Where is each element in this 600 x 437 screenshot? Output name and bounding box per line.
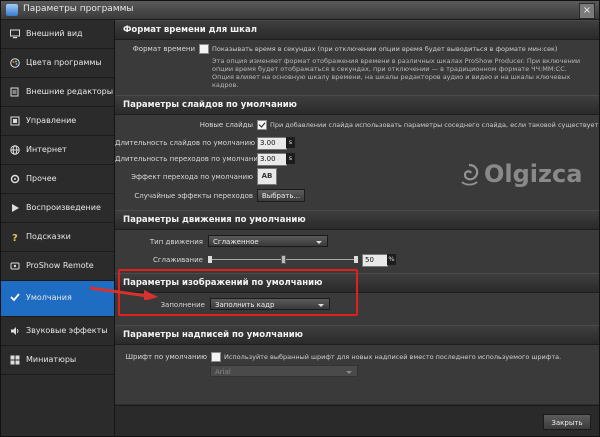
close-button[interactable]: Закрыть [543,414,591,430]
sound-icon [11,327,19,335]
sidebar-item-label: Звуковые эффекты [26,326,108,335]
new-slides-checkbox[interactable] [257,120,267,130]
transition-duration-label: Длительность переходов по умолчанию [115,155,264,163]
slide-duration-unit: s [286,137,295,148]
sidebar-item-label: Управление [26,116,77,125]
control-icon [10,116,20,126]
title-bar: Параметры программы × [1,1,599,20]
motion-type-value: Сглаженное [213,238,259,246]
smoothing-label: Сглаживание [152,256,203,264]
section-title: Параметры движения по умолчанию [123,215,306,225]
logo-swirl-icon [461,163,479,186]
play-icon [12,204,19,212]
smoothing-input[interactable]: 50 [362,254,388,267]
external-editor-icon [10,87,19,97]
sidebar-item-label: Воспроизведение [26,203,101,212]
font-label: Шрифт по умолчанию [125,353,207,361]
misc-icon [10,174,20,184]
checkmark-icon [10,293,20,302]
transition-duration-input[interactable]: 3.00 [257,153,287,166]
new-slides-label: Новые слайды [199,121,253,129]
question-icon: ? [12,233,18,242]
choose-effects-button[interactable]: Выбрать... [257,189,305,202]
slide-duration-input[interactable]: 3.00 [257,137,287,150]
sidebar-item-thumbnails[interactable]: Миниатюры [1,346,114,375]
sidebar-item-misc[interactable]: Прочее [1,165,114,194]
slider-thumb[interactable] [280,255,286,264]
monitor-icon [10,29,20,39]
settings-content: Формат времени для шкал Формат времени П… [115,20,599,404]
transition-effect-thumbnail[interactable]: AB [257,168,277,185]
chevron-down-icon [346,371,352,374]
sidebar-item-internet[interactable]: Интернет [1,136,114,165]
window-title: Параметры программы [23,4,134,14]
font-value: Arial [215,368,231,376]
transition-effect-label: Эффект перехода по умолчанию [131,173,253,181]
watermark: Olgizca [456,160,596,190]
section-header-motion: Параметры движения по умолчанию [115,210,599,230]
globe-icon [10,145,20,155]
transition-duration-unit: s [286,153,295,164]
font-checkbox-text: Используйте выбранный шрифт для новых на… [224,353,562,361]
slider-end-marker [354,256,358,263]
time-format-checkbox[interactable] [199,44,209,54]
time-format-checkbox-text: Показывать время в секундах (при отключе… [212,45,558,53]
sidebar-item-hints[interactable]: ? Подсказки [1,223,114,252]
sidebar-item-colors[interactable]: Цвета программы [1,49,114,78]
annotation-arrow-icon [89,286,158,300]
smoothing-unit: % [387,254,396,265]
motion-type-label: Тип движения [149,238,203,246]
section-header-time-format: Формат времени для шкал [115,20,599,40]
sidebar-item-label: Умолчания [26,293,72,302]
chevron-down-icon [316,241,322,244]
sidebar-item-label: Внешний вид [26,29,83,38]
motion-type-dropdown[interactable]: Сглаженное [208,235,328,247]
section-title: Параметры надписей по умолчанию [123,330,303,340]
sidebar-item-playback[interactable]: Воспроизведение [1,194,114,223]
app-icon [6,4,18,16]
sidebar-item-label: Миниатюры [26,355,77,364]
palette-icon [10,58,20,68]
sidebar-item-label: Цвета программы [26,58,102,67]
sidebar-item-external-editors[interactable]: Внешние редакторы [1,78,114,107]
time-format-label: Формат времени [132,45,195,53]
new-slides-checkbox-text: При добавлении слайда использовать парам… [270,121,600,129]
sidebar-item-label: Внешние редакторы [26,87,114,96]
close-window-button[interactable]: × [579,3,595,19]
remote-icon [10,262,20,270]
font-checkbox[interactable] [211,352,221,362]
sidebar-item-label: Прочее [26,174,57,183]
sidebar-item-control[interactable]: Управление [1,107,114,136]
sidebar-item-sound-effects[interactable]: Звуковые эффекты [1,317,114,346]
random-effects-label: Случайные эффекты переходов [134,192,253,200]
section-title: Параметры слайдов по умолчанию [123,100,297,110]
settings-window: Параметры программы × Внешний вид Цвета … [0,0,600,437]
section-header-slides: Параметры слайдов по умолчанию [115,95,599,115]
sidebar: Внешний вид Цвета программы Внешние реда… [1,20,115,436]
smoothing-slider[interactable] [208,255,358,264]
section-header-captions: Параметры надписей по умолчанию [115,325,599,345]
thumbnails-icon [10,355,20,365]
sidebar-item-appearance[interactable]: Внешний вид [1,20,114,49]
slide-duration-label: Длительность слайдов по умолчанию [115,139,255,147]
time-format-description: Эта опция изменяет формат отображения вр… [212,57,581,89]
dialog-footer: Закрыть [115,405,599,436]
sidebar-item-proshow-remote[interactable]: ProShow Remote [1,252,114,281]
section-title: Формат времени для шкал [123,25,257,35]
sidebar-item-label: Подсказки [26,232,71,241]
font-dropdown[interactable]: Arial [210,365,358,377]
sidebar-item-label: Интернет [26,145,67,154]
sidebar-item-label: ProShow Remote [26,261,94,270]
slider-start-marker [208,256,212,263]
svg-text:?: ? [12,233,18,242]
watermark-text: Olgizca [484,160,583,188]
